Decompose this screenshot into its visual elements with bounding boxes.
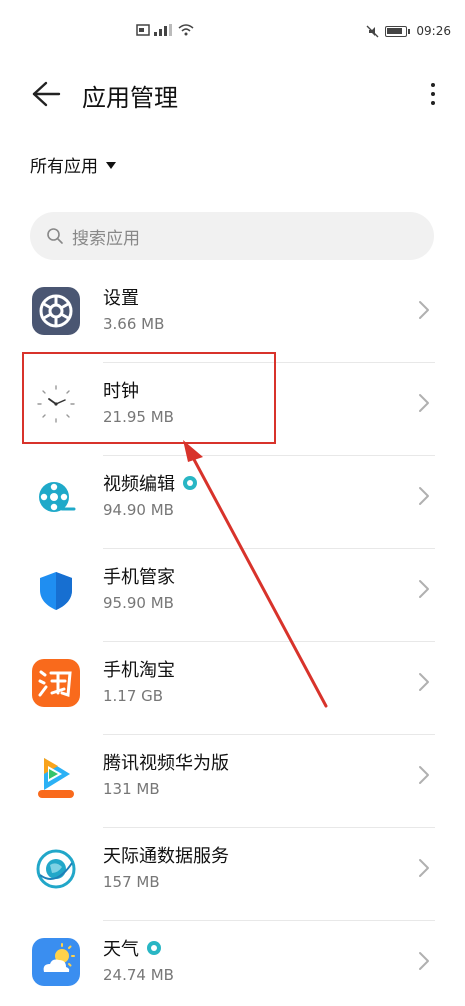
app-row-taobao[interactable]: 手机淘宝 1.17 GB: [0, 642, 465, 735]
chevron-right-icon: [419, 394, 429, 412]
back-arrow-icon: [32, 81, 61, 107]
app-size: 3.66 MB: [103, 315, 165, 333]
app-name: 设置: [103, 288, 139, 309]
app-row-skytone[interactable]: 天际通数据服务 157 MB: [0, 828, 465, 921]
taobao-icon: [32, 659, 80, 707]
app-row-phone-manager[interactable]: 手机管家 95.90 MB: [0, 549, 465, 642]
skytone-icon: [36, 849, 76, 889]
caret-down-icon: [106, 162, 116, 169]
app-name: 手机管家: [103, 567, 175, 588]
search-icon: [47, 228, 63, 244]
app-header: 应用管理: [0, 70, 465, 120]
app-name: 手机淘宝: [103, 660, 175, 681]
settings-icon: [32, 287, 80, 335]
signal-icon: [154, 24, 172, 36]
app-name: 天气: [103, 939, 139, 960]
tencent-video-icon: [38, 758, 74, 798]
app-name: 天际通数据服务: [103, 846, 229, 867]
filter-label: 所有应用: [30, 157, 98, 177]
chevron-right-icon: [419, 766, 429, 784]
more-dot-icon: [431, 101, 435, 105]
app-filter-dropdown[interactable]: 所有应用: [30, 152, 116, 177]
video-edit-icon: [39, 482, 76, 512]
page-title: 应用管理: [82, 84, 178, 112]
update-badge-icon: [183, 476, 197, 490]
more-options-button[interactable]: [421, 76, 445, 112]
weather-icon: [32, 938, 80, 986]
update-badge-icon: [147, 941, 161, 955]
status-icons-right: 09:26: [366, 24, 451, 38]
app-size: 24.74 MB: [103, 966, 174, 984]
app-size: 1.17 GB: [103, 687, 164, 705]
chevron-right-icon: [419, 580, 429, 598]
status-bar: 09:26: [0, 0, 465, 60]
back-button[interactable]: [28, 76, 64, 112]
app-size: 95.90 MB: [103, 594, 174, 612]
more-dot-icon: [431, 92, 435, 96]
battery-cap: [408, 28, 411, 34]
app-size: 94.90 MB: [103, 501, 174, 519]
app-row-weather[interactable]: 天气 24.74 MB: [0, 921, 465, 1006]
highlight-box: [22, 352, 276, 444]
chevron-right-icon: [419, 859, 429, 877]
battery-icon: [385, 25, 408, 37]
more-dot-icon: [431, 83, 435, 87]
mute-icon: [366, 25, 379, 37]
status-icons-center: [136, 24, 194, 36]
chevron-right-icon: [419, 952, 429, 970]
notification-icon: [136, 24, 150, 36]
phone-manager-icon: [40, 572, 72, 610]
app-row-settings[interactable]: 设置 3.66 MB: [0, 270, 465, 363]
app-row-tencent-video[interactable]: 腾讯视频华为版 131 MB: [0, 735, 465, 828]
chevron-right-icon: [419, 673, 429, 691]
chevron-right-icon: [419, 487, 429, 505]
app-name: 腾讯视频华为版: [103, 753, 229, 774]
search-placeholder: 搜索应用: [72, 228, 140, 249]
app-size: 157 MB: [103, 873, 160, 891]
status-time: 09:26: [416, 24, 451, 38]
chevron-right-icon: [419, 301, 429, 319]
wifi-icon: [178, 24, 194, 36]
app-name: 视频编辑: [103, 474, 175, 495]
search-input[interactable]: 搜索应用: [30, 212, 434, 260]
app-row-video-edit[interactable]: 视频编辑 94.90 MB: [0, 456, 465, 549]
app-size: 131 MB: [103, 780, 160, 798]
